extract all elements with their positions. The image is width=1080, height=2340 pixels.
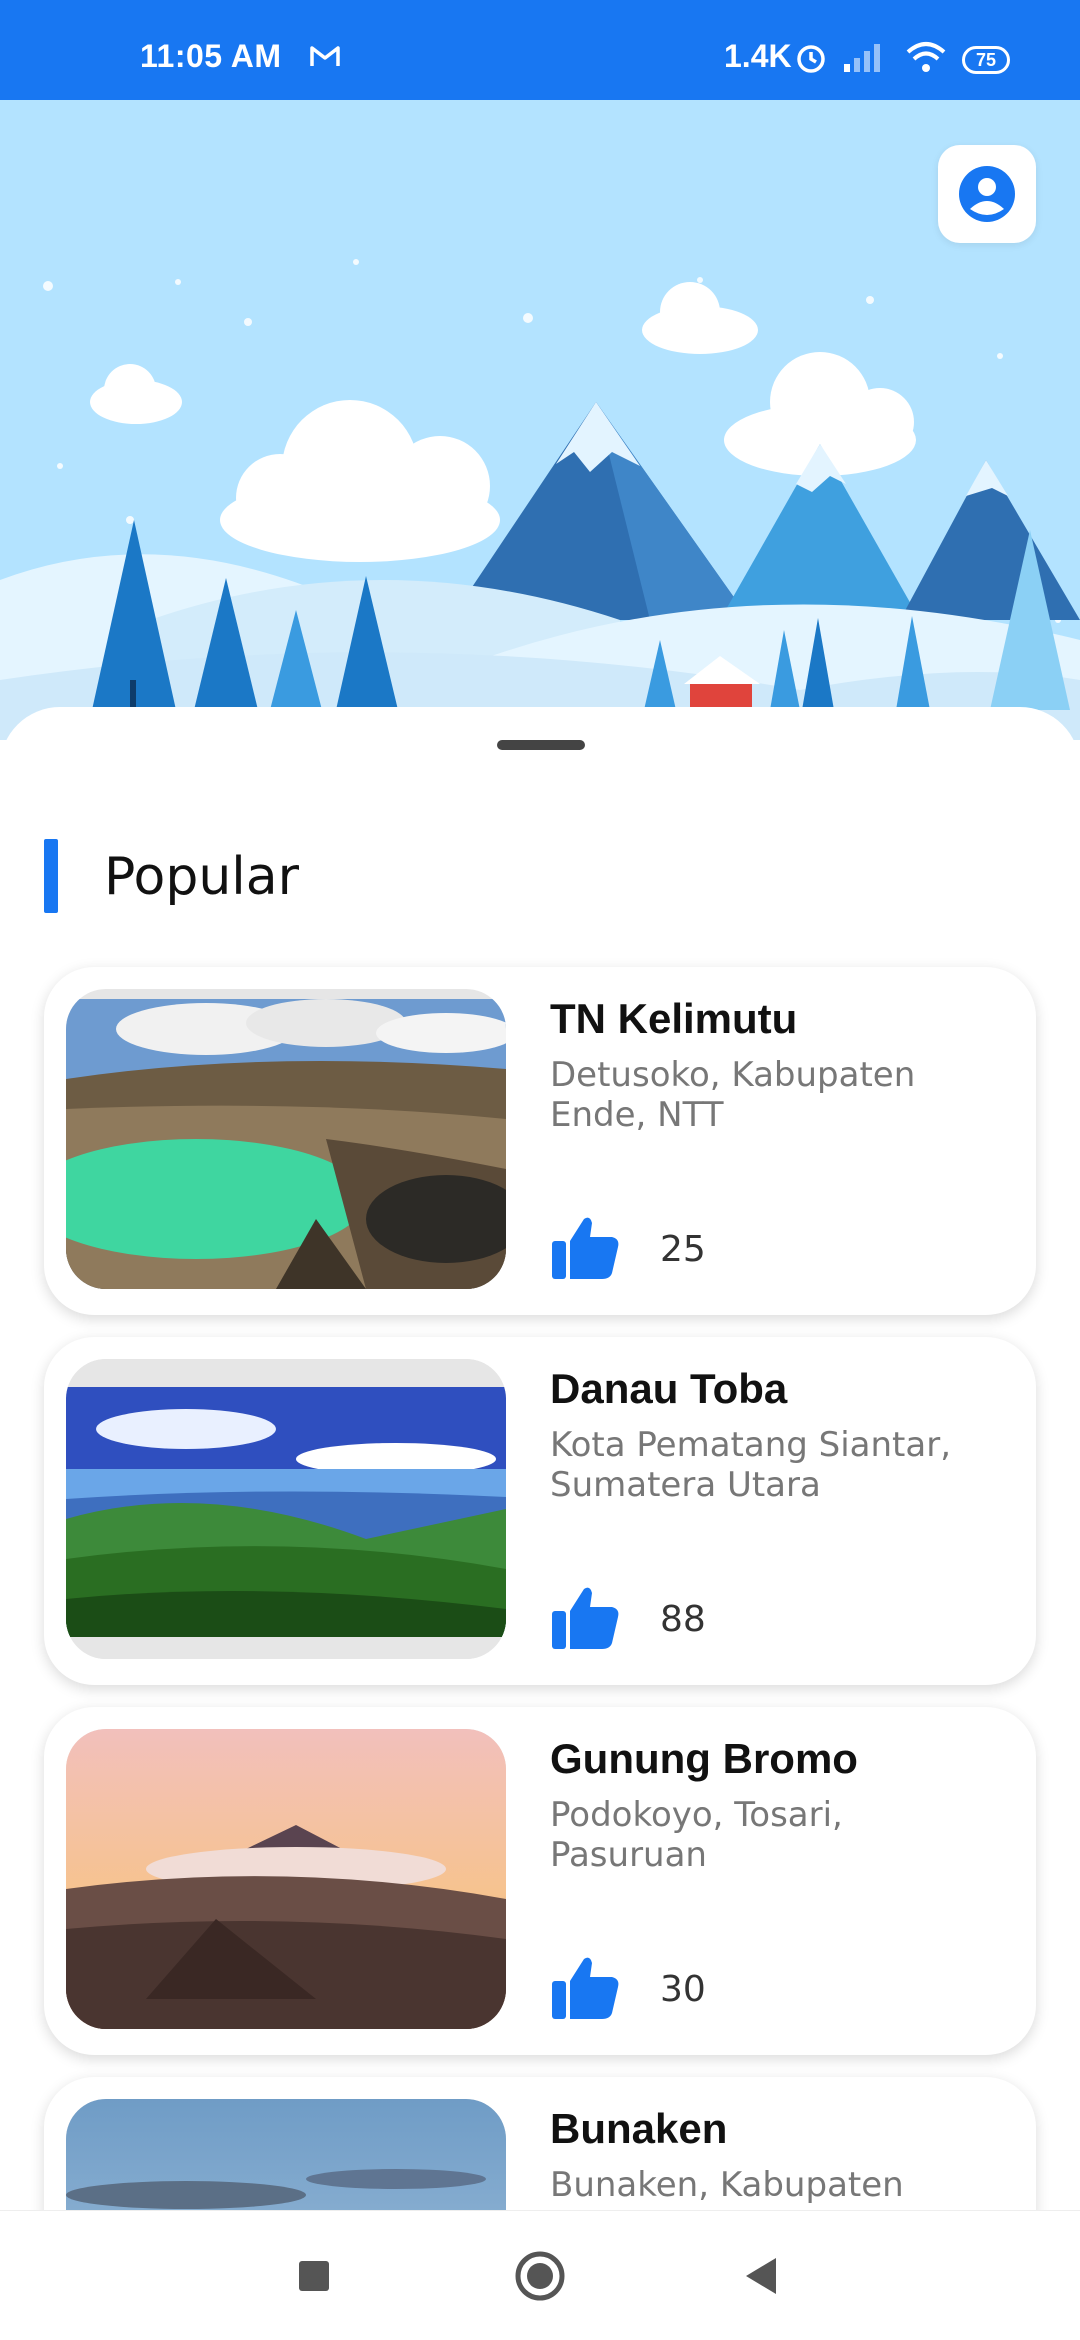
like-count: 25 bbox=[660, 1229, 706, 1270]
hero-banner bbox=[0, 100, 1080, 740]
thumbs-up-icon[interactable] bbox=[550, 1585, 620, 1655]
place-location: Detusoko, Kabupaten Ende, NTT bbox=[550, 1055, 916, 1135]
place-thumbnail bbox=[66, 1359, 506, 1659]
place-name: TN Kelimutu bbox=[550, 995, 798, 1042]
section-title: Popular bbox=[104, 847, 299, 907]
wifi-icon bbox=[904, 40, 948, 78]
status-bar: 11:05 AM 1.4K 75 bbox=[0, 0, 1080, 100]
drag-handle[interactable] bbox=[497, 740, 585, 750]
account-circle-icon bbox=[959, 166, 1015, 222]
signal-icon bbox=[842, 42, 884, 78]
place-name: Danau Toba bbox=[550, 1365, 788, 1412]
place-name: Bunaken bbox=[550, 2105, 728, 2152]
like-count: 30 bbox=[660, 1969, 706, 2010]
place-card[interactable]: TN Kelimutu Detusoko, Kabupaten Ende, NT… bbox=[44, 967, 1036, 1315]
place-thumbnail bbox=[66, 1729, 506, 2029]
recent-apps-button[interactable] bbox=[264, 2211, 364, 2340]
network-speed: 1.4K bbox=[724, 38, 792, 74]
battery-level: 75 bbox=[975, 49, 997, 70]
winter-landscape-illustration bbox=[0, 100, 1080, 740]
system-nav-bar bbox=[0, 2210, 1080, 2340]
place-location: Podokoyo, Tosari, Pasuruan bbox=[550, 1795, 843, 1875]
battery-icon: 75 bbox=[962, 46, 1010, 74]
thumbs-up-icon[interactable] bbox=[550, 1215, 620, 1285]
back-button[interactable] bbox=[712, 2211, 812, 2340]
place-thumbnail bbox=[66, 989, 506, 1289]
home-icon bbox=[515, 2251, 565, 2301]
place-card[interactable]: Gunung Bromo Podokoyo, Tosari, Pasuruan … bbox=[44, 1707, 1036, 2055]
recent-apps-icon bbox=[299, 2261, 329, 2291]
status-time: 11:05 AM bbox=[140, 38, 282, 74]
like-count: 88 bbox=[660, 1599, 706, 1640]
profile-button[interactable] bbox=[938, 145, 1036, 243]
gmail-icon bbox=[310, 44, 340, 72]
back-icon bbox=[746, 2258, 776, 2294]
alarm-icon bbox=[796, 44, 826, 78]
place-card[interactable]: Danau Toba Kota Pematang Siantar, Sumate… bbox=[44, 1337, 1036, 1685]
home-button[interactable] bbox=[490, 2211, 590, 2340]
section-accent bbox=[44, 839, 58, 913]
place-name: Gunung Bromo bbox=[550, 1735, 858, 1782]
content-sheet: Popular TN Kelimutu Detusoko, Kabupaten … bbox=[0, 707, 1080, 2340]
place-location: Kota Pematang Siantar, Sumatera Utara bbox=[550, 1425, 952, 1505]
thumbs-up-icon[interactable] bbox=[550, 1955, 620, 2025]
